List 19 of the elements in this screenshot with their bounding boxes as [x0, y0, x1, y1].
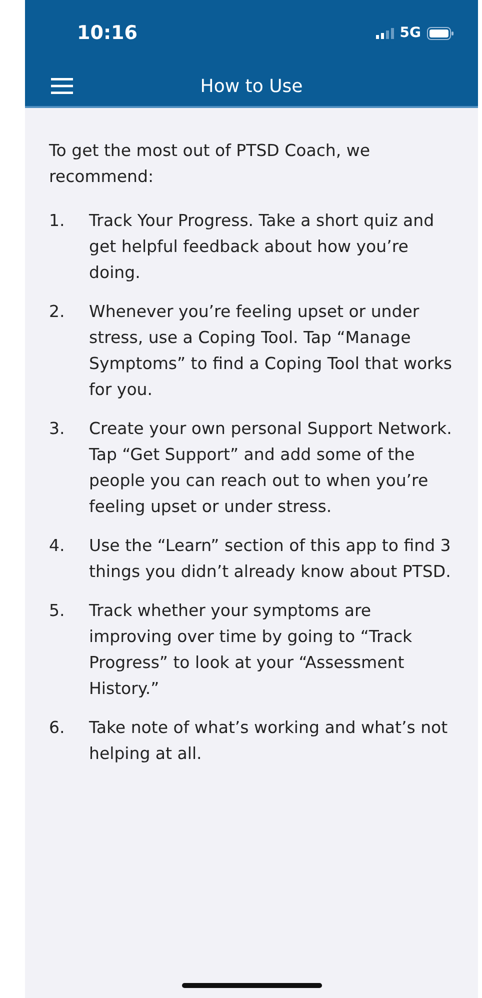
step-text: Use the “Learn” section of this app to find 3 things you didn’t already know about PTSD. — [89, 535, 452, 583]
step-number: 5. — [49, 600, 66, 622]
step-text: Create your own personal Support Network. Tap “Get Support” and add some of the people you can reach out to when you’re feeling upset or under stress. — [89, 418, 453, 518]
network-label: 5G — [400, 25, 421, 41]
step-text: Track Your Progress. Take a short quiz and get helpful feedback about how you’re doing. — [89, 210, 436, 284]
step-number: 2. — [49, 301, 66, 323]
signal-icon — [376, 28, 394, 38]
step-text: Take note of what’s working and what’s not helping at all. — [89, 717, 449, 765]
step-number: 3. — [49, 418, 66, 440]
step-text: Whenever you’re feeling upset or under stress, use a Coping Tool. Tap “Manage Symptoms” to find a Coping Tool that works for you. — [89, 301, 453, 401]
screen-title: How to Use — [200, 76, 303, 96]
intro-text: To get the most out of PTSD Coach, we recommend: — [49, 140, 372, 188]
status-time: 10:16 — [77, 22, 138, 44]
step-number: 1. — [49, 210, 66, 232]
step-number: 6. — [49, 717, 66, 739]
step-text: Track whether your symptoms are improving over time by going to “Track Progress” to look at your “Assessment History.” — [89, 600, 414, 700]
battery-icon — [427, 26, 454, 40]
menu-button[interactable] — [51, 78, 73, 94]
step-number: 4. — [49, 535, 66, 557]
